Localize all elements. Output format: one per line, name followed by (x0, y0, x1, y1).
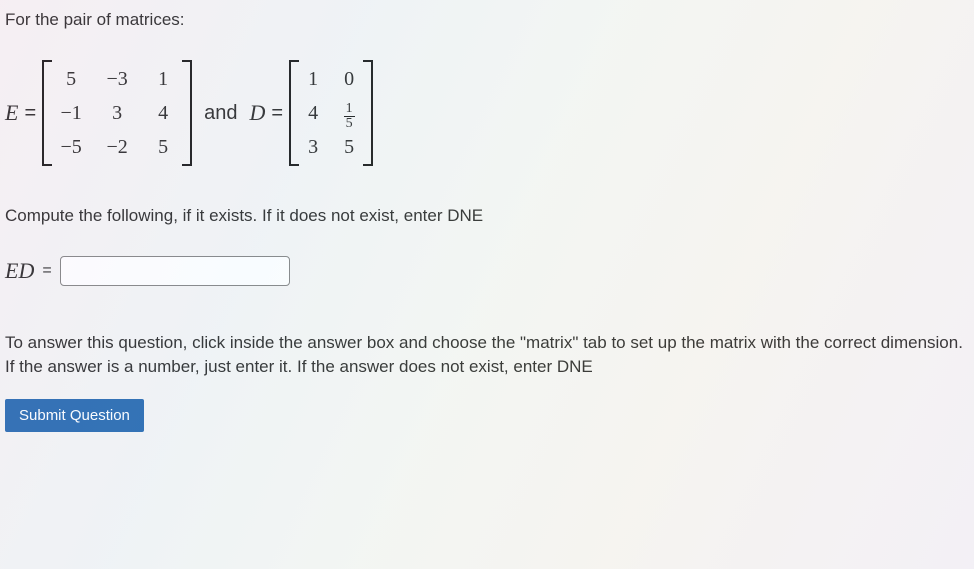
matrix-cell: 3 (112, 102, 122, 125)
matrix-cell: 5 (158, 136, 168, 159)
matrix-cell: 3 (308, 136, 318, 159)
matrix-e-label: E (5, 100, 18, 126)
matrix-cell: 4 (158, 102, 168, 125)
matrices-row: E = 5 −3 1 −1 3 4 −5 −2 5 and D = 1 0 4 15 3 5 (5, 60, 969, 166)
matrix-cell: 1 (158, 68, 168, 91)
matrix-cell: 0 (344, 68, 354, 91)
matrix-cell: 4 (308, 102, 318, 125)
hint-text: To answer this question, click inside th… (5, 331, 969, 379)
matrix-cell: 1 (308, 68, 318, 91)
answer-input[interactable] (60, 256, 290, 286)
equals-sign: = (24, 102, 36, 125)
matrix-cell: 15 (344, 95, 355, 131)
matrix-cell: −3 (107, 68, 128, 91)
matrix-e: 5 −3 1 −1 3 4 −5 −2 5 (42, 60, 192, 166)
compute-instruction: Compute the following, if it exists. If … (5, 206, 969, 226)
matrix-cell: −2 (107, 136, 128, 159)
matrix-d: 1 0 4 15 3 5 (289, 60, 373, 166)
matrix-cell: −5 (61, 136, 82, 159)
equals-sign: = (271, 102, 283, 125)
matrix-cell: 5 (66, 68, 76, 91)
problem-intro: For the pair of matrices: (5, 10, 969, 30)
and-text: and (204, 102, 237, 125)
submit-button[interactable]: Submit Question (5, 399, 144, 432)
matrix-d-label: D (250, 100, 266, 126)
matrix-cell: 5 (344, 136, 354, 159)
answer-label: ED (5, 258, 34, 284)
matrix-cell: −1 (61, 102, 82, 125)
equals-sign: = (42, 262, 51, 280)
answer-row: ED = (5, 256, 969, 286)
